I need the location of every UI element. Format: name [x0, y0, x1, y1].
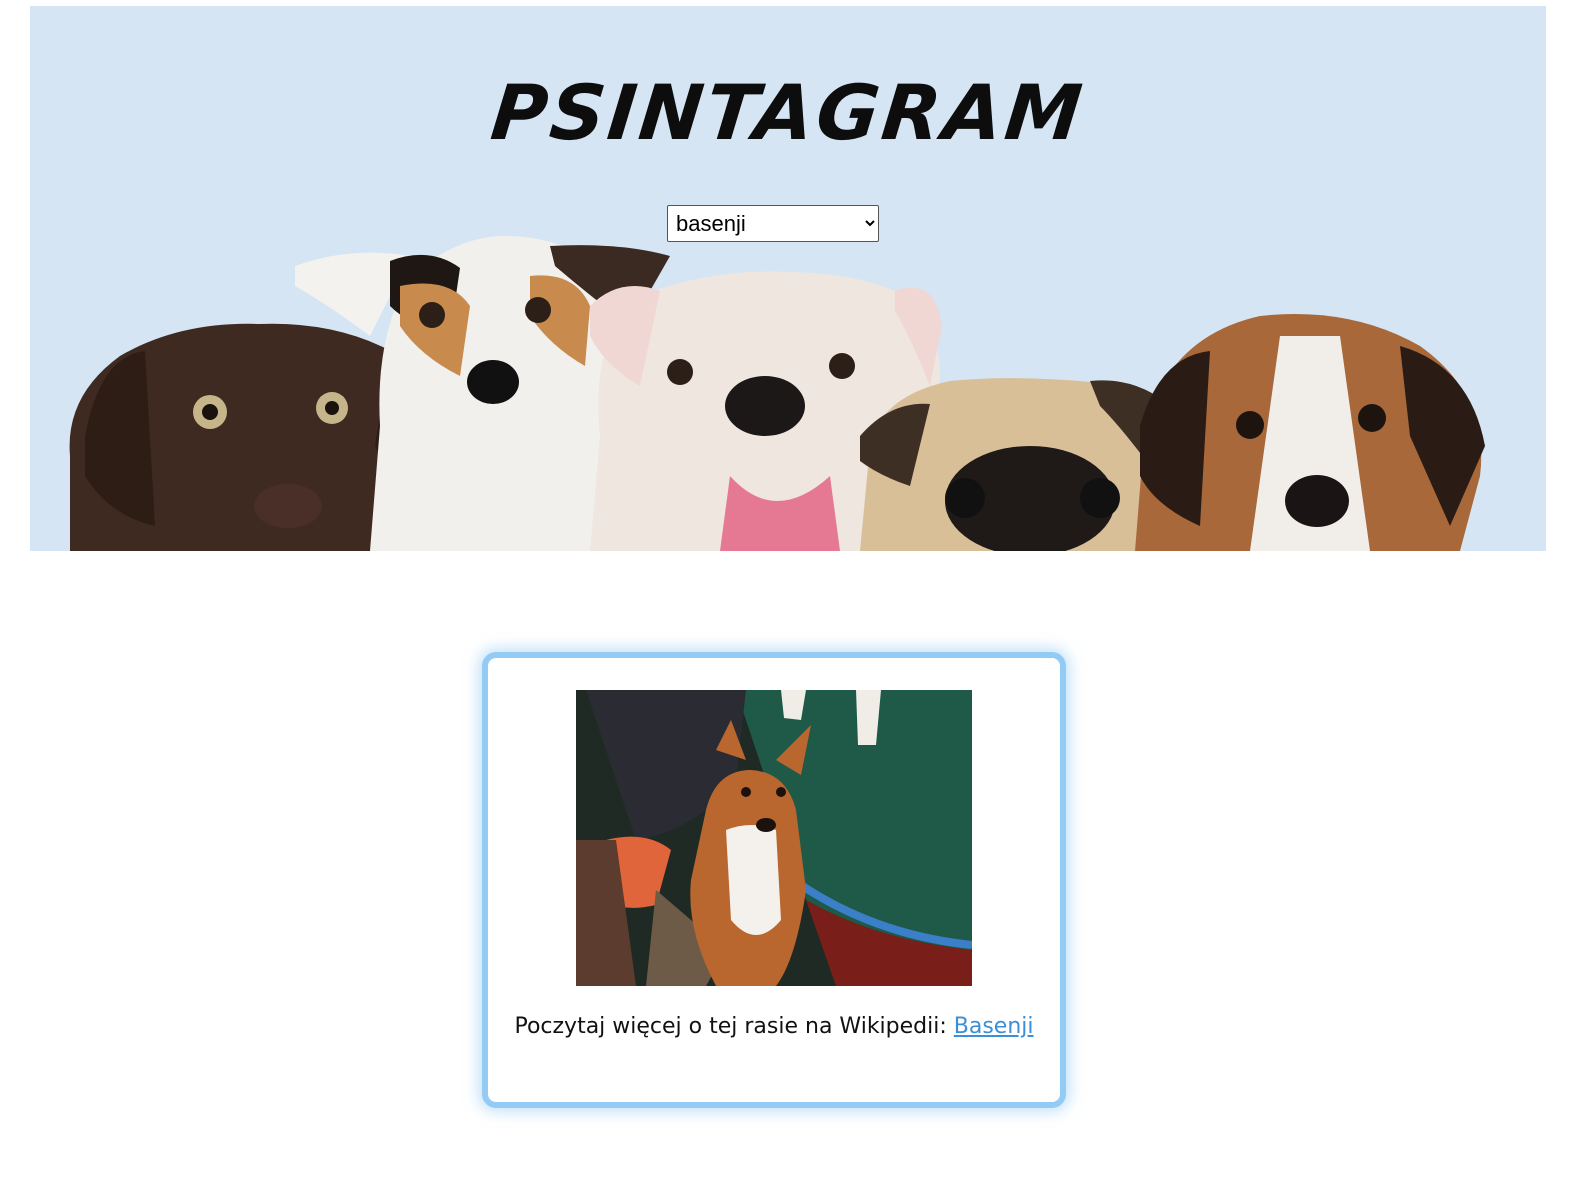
basenji-dog-photo [576, 690, 972, 986]
breed-card: Poczytaj więcej o tej rasie na Wikipedii… [482, 652, 1066, 1108]
dog-beagle [1135, 314, 1485, 551]
header-banner: PSINTAGRAM basenji [30, 6, 1546, 551]
wikipedia-link[interactable]: Basenji [954, 1014, 1034, 1039]
caption-text: Poczytaj więcej o tej rasie na Wikipedii… [514, 1014, 954, 1039]
breed-select[interactable]: basenji [667, 205, 879, 242]
site-title: PSINTAGRAM [487, 68, 1089, 157]
dog-pug [860, 378, 1175, 551]
wikipedia-caption: Poczytaj więcej o tej rasie na Wikipedii… [488, 1014, 1060, 1039]
